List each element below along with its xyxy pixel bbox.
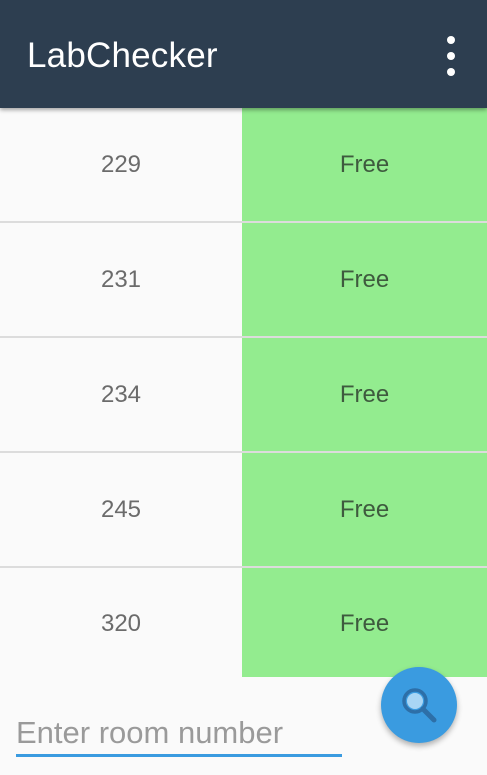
app-toolbar: LabChecker bbox=[0, 0, 487, 108]
room-row[interactable]: 245 Free bbox=[0, 453, 487, 568]
room-number: 245 bbox=[0, 453, 242, 566]
room-number: 231 bbox=[0, 223, 242, 336]
room-row[interactable]: 320 Free bbox=[0, 568, 487, 677]
room-status: Free bbox=[242, 223, 487, 336]
room-number: 229 bbox=[0, 108, 242, 221]
room-row[interactable]: 229 Free bbox=[0, 108, 487, 223]
room-status: Free bbox=[242, 568, 487, 677]
room-row[interactable]: 234 Free bbox=[0, 338, 487, 453]
room-number: 234 bbox=[0, 338, 242, 451]
room-number: 320 bbox=[0, 568, 242, 677]
room-status: Free bbox=[242, 108, 487, 221]
room-status: Free bbox=[242, 338, 487, 451]
room-list: 229 Free 231 Free 234 Free 245 Free 320 … bbox=[0, 108, 487, 677]
room-status: Free bbox=[242, 453, 487, 566]
app-title: LabChecker bbox=[27, 36, 218, 75]
more-vert-icon[interactable] bbox=[441, 36, 461, 76]
search-button[interactable] bbox=[381, 667, 457, 743]
room-row[interactable]: 231 Free bbox=[0, 223, 487, 338]
room-number-input[interactable] bbox=[16, 712, 342, 757]
search-icon bbox=[402, 688, 437, 723]
app-screen: LabChecker 229 Free 231 Free 234 Free 24… bbox=[0, 0, 487, 775]
